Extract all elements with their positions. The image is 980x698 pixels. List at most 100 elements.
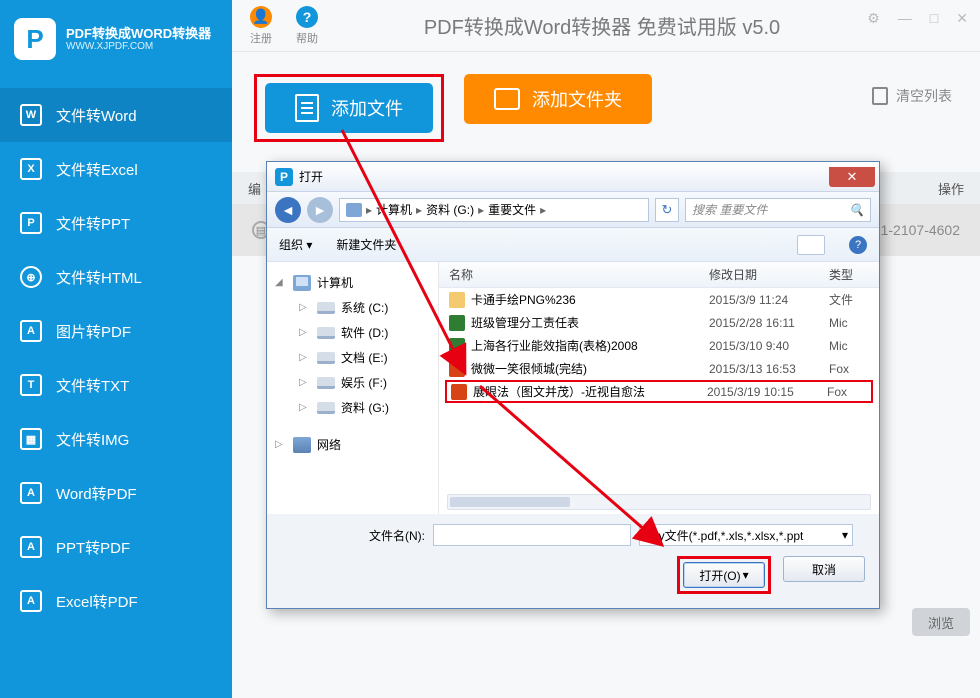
file-row[interactable]: 上海各行业能效指南(表格)20082015/3/10 9:40Mic [439,334,879,357]
help-button[interactable]: ? 帮助 [296,6,318,46]
sidebar-item-word[interactable]: W 文件转Word [0,88,232,142]
filename-input[interactable] [433,524,631,546]
register-label: 注册 [250,30,272,46]
dialog-close-button[interactable]: ✕ [829,167,875,187]
sidebar-item-excel[interactable]: X 文件转Excel [0,142,232,196]
trash-icon [872,87,888,105]
file-icon [295,94,319,122]
tree-drive-d[interactable]: ▷软件 (D:) [273,320,432,345]
settings-icon[interactable]: ⚙ [867,10,880,27]
dialog-nav: ◄ ► ▸计算机 ▸资料 (G:) ▸重要文件 ▸ ↻ 搜索 重要文件 🔍 [267,192,879,228]
drive-icon [317,377,335,389]
refresh-button[interactable]: ↻ [655,198,679,222]
sidebar-nav: W文件转Word X文件转Excel P文件转PPT ⊕文件转HTML A图片转… [0,88,232,628]
col-date[interactable]: 修改日期 [709,266,829,283]
dialog-footer: 文件名(N): Any文件(*.pdf,*.xls,*.xlsx,*.ppt▾ … [267,514,879,608]
img-icon: ▦ [20,428,42,450]
tree-drive-f[interactable]: ▷娱乐 (F:) [273,370,432,395]
organize-menu[interactable]: 组织 ▾ [279,236,312,253]
network-icon [293,437,311,453]
txt-icon: T [20,374,42,396]
pdf-icon: A [20,536,42,558]
path-breadcrumb[interactable]: ▸计算机 ▸资料 (G:) ▸重要文件 ▸ [339,198,649,222]
word-icon: W [20,104,42,126]
sidebar-item-ppt2pdf[interactable]: A PPT转PDF [0,520,232,574]
sidebar-item-label: 文件转Excel [56,159,138,180]
drive-icon [317,402,335,414]
col-actions: 操作 [938,179,964,198]
ppt-icon: P [20,212,42,234]
sidebar-item-img2pdf[interactable]: A图片转PDF [0,304,232,358]
browse-button[interactable]: 浏览 [912,608,970,636]
pdf-icon: A [20,590,42,612]
close-icon[interactable]: ✕ [956,10,968,27]
tree-drive-e[interactable]: ▷文档 (E:) [273,345,432,370]
sidebar-item-img[interactable]: ▦ 文件转IMG [0,412,232,466]
xls-icon [449,315,465,331]
clear-list-button[interactable]: 清空列表 [872,86,952,106]
filename-label: 文件名(N): [369,527,425,544]
open-file-dialog: P 打开 ✕ ◄ ► ▸计算机 ▸资料 (G:) ▸重要文件 ▸ ↻ 搜索 重要… [266,161,880,609]
sidebar-item-label: 文件转IMG [56,429,129,450]
sidebar-item-word2pdf[interactable]: A Word转PDF [0,466,232,520]
col-type[interactable]: 类型 [829,266,869,283]
tree-drive-g[interactable]: ▷资料 (G:) [273,395,432,420]
chevron-down-icon: ▾ [842,528,848,542]
sidebar-item-label: Excel转PDF [56,591,138,612]
add-file-button[interactable]: 添加文件 [265,83,433,133]
horizontal-scrollbar[interactable] [447,494,871,510]
view-mode-button[interactable] [797,235,825,255]
highlight-box-add-file: 添加文件 [254,74,444,142]
tree-computer[interactable]: ◢计算机 [273,270,432,295]
add-folder-label: 添加文件夹 [532,86,622,112]
maximize-icon[interactable]: □ [930,10,938,27]
file-filter-select[interactable]: Any文件(*.pdf,*.xls,*.xlsx,*.ppt▾ [639,524,853,546]
open-button[interactable]: 打开(O)▾ [683,562,765,588]
dialog-title: 打开 [299,168,323,185]
file-row-selected[interactable]: 展眼法（图文并茂）-近视自愈法2015/3/19 10:15Fox [447,382,871,401]
chevron-down-icon: ▾ [743,568,749,582]
sidebar-item-label: 文件转TXT [56,375,129,396]
excel-icon: X [20,158,42,180]
sidebar-item-ppt[interactable]: P 文件转PPT [0,196,232,250]
search-input[interactable]: 搜索 重要文件 🔍 [685,198,871,222]
sidebar-item-excel2pdf[interactable]: A Excel转PDF [0,574,232,628]
file-list-header: 名称 修改日期 类型 [439,262,879,288]
sidebar-item-label: 文件转Word [56,105,137,126]
pdf-icon: A [20,482,42,504]
sidebar-item-label: Word转PDF [56,483,137,504]
dialog-app-icon: P [275,168,293,186]
logo: P PDF转换成WORD转换器 WWW.XJPDF.COM [0,0,232,78]
drive-icon [317,327,335,339]
sidebar-item-label: 文件转HTML [56,267,142,288]
file-row[interactable]: 微微一笑很倾城(完结)2015/3/13 16:53Fox [439,357,879,380]
clear-list-label: 清空列表 [896,86,952,106]
sidebar-item-label: 文件转PPT [56,213,130,234]
nav-forward-button[interactable]: ► [307,197,333,223]
drive-icon [317,302,335,314]
tree-drive-c[interactable]: ▷系统 (C:) [273,295,432,320]
help-label: 帮助 [296,30,318,46]
sidebar-item-html[interactable]: ⊕文件转HTML [0,250,232,304]
minimize-icon[interactable]: — [898,10,912,27]
pdf-icon [449,361,465,377]
sidebar-item-label: PPT转PDF [56,537,130,558]
nav-back-button[interactable]: ◄ [275,197,301,223]
new-folder-button[interactable]: 新建文件夹 [336,236,396,253]
sidebar-item-txt[interactable]: T 文件转TXT [0,358,232,412]
dialog-help-button[interactable]: ? [849,236,867,254]
add-file-label: 添加文件 [331,95,403,121]
folder-tree: ◢计算机 ▷系统 (C:) ▷软件 (D:) ▷文档 (E:) ▷娱乐 (F:)… [267,262,439,514]
col-name[interactable]: 名称 [449,266,709,283]
file-row[interactable]: 班级管理分工责任表2015/2/28 16:11Mic [439,311,879,334]
register-button[interactable]: 👤 注册 [250,6,272,46]
dialog-titlebar[interactable]: P 打开 ✕ [267,162,879,192]
pdf-icon [451,384,467,400]
add-folder-button[interactable]: 添加文件夹 [464,74,652,124]
highlight-box-open-button: 打开(O)▾ [677,556,771,594]
cancel-button[interactable]: 取消 [783,556,865,582]
tree-network[interactable]: ▷网络 [273,432,432,457]
file-row[interactable]: 卡通手绘PNG%2362015/3/9 11:24文件 [439,288,879,311]
sidebar-item-label: 图片转PDF [56,321,131,342]
help-icon: ? [296,6,318,28]
